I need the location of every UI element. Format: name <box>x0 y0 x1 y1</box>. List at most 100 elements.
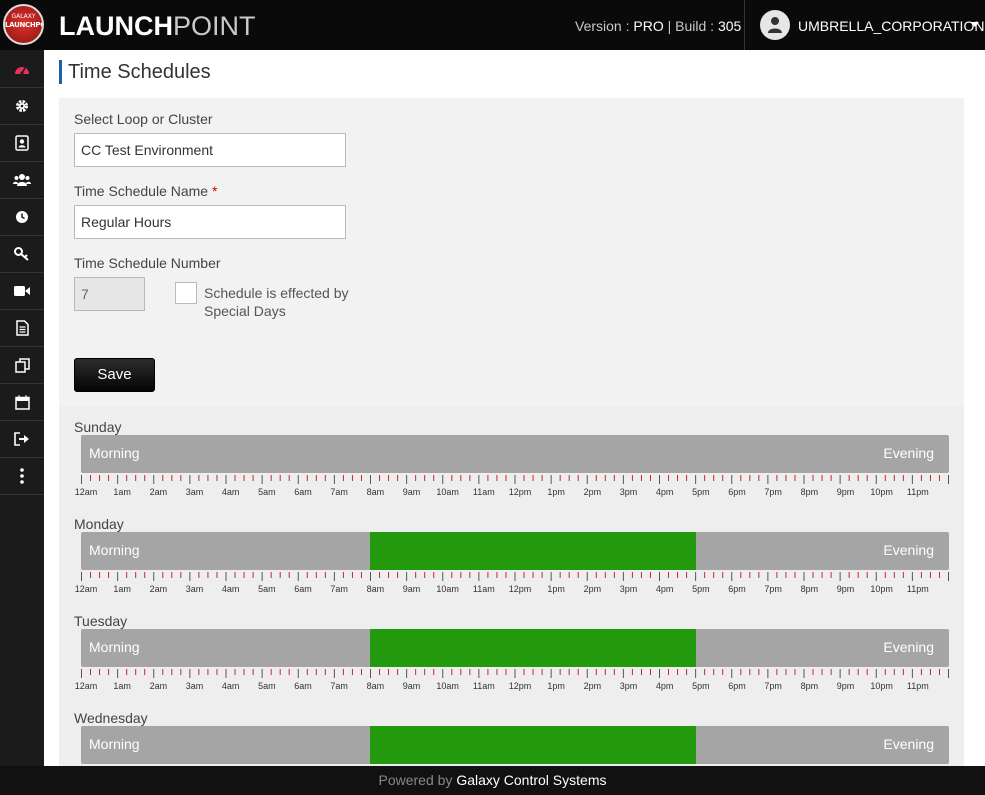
hour-label: 4am <box>221 681 240 691</box>
logo-top-text: GALAXY <box>11 13 36 20</box>
schedule-name-label: Time Schedule Name * <box>74 183 217 199</box>
sidebar-item-cardholders[interactable] <box>0 125 44 162</box>
hour-label: 12am <box>74 584 98 594</box>
hour-label: 1pm <box>547 584 565 594</box>
hour-label: 6am <box>294 584 312 594</box>
special-days-label: Schedule is effected by Special Days <box>204 284 349 320</box>
hour-label: 6pm <box>728 681 746 691</box>
time-ticks <box>81 669 949 678</box>
hour-label: 12am <box>74 487 98 497</box>
schedule-form: Select Loop or Cluster CC Test Environme… <box>59 98 964 406</box>
hour-label: 12pm <box>508 487 532 497</box>
build-value: 305 <box>717 18 742 34</box>
gear-icon <box>16 100 28 112</box>
hour-label: 8am <box>366 681 385 691</box>
hour-label: 3am <box>185 681 204 691</box>
evening-label: Evening <box>883 736 934 752</box>
hour-label: 4pm <box>655 584 674 594</box>
hour-label: 9am <box>402 487 421 497</box>
day-timeline-bar[interactable]: Morning Evening <box>81 726 949 764</box>
footer: Powered by Galaxy Control Systems <box>0 766 985 795</box>
hour-label: 9pm <box>836 584 855 594</box>
hour-label: 3am <box>185 487 204 497</box>
hour-label: 4pm <box>655 487 674 497</box>
version-info: Version : PRO | Build : 305 <box>575 18 741 34</box>
hour-label: 11pm <box>906 681 929 691</box>
morning-label: Morning <box>89 639 140 655</box>
hour-label: 2am <box>149 584 168 594</box>
sidebar-item-schedules[interactable] <box>0 199 44 236</box>
hour-label: 1pm <box>547 681 565 691</box>
hour-label: 3pm <box>619 487 638 497</box>
hour-label: 2pm <box>583 584 602 594</box>
schedule-number-input: 7 <box>74 277 145 311</box>
hour-label: 11am <box>472 487 495 497</box>
sidebar <box>0 50 44 766</box>
loop-select[interactable]: CC Test Environment <box>74 133 346 167</box>
hour-label: 3pm <box>619 681 638 691</box>
schedule-name-input[interactable]: Regular Hours <box>74 205 346 239</box>
active-time-range[interactable] <box>370 532 696 570</box>
user-icon <box>768 17 782 33</box>
time-ticks <box>81 475 949 484</box>
version-value: PRO <box>633 18 664 34</box>
hour-label: 7am <box>330 487 348 497</box>
hour-label: 11am <box>472 584 495 594</box>
day-name: Tuesday <box>74 613 128 629</box>
hour-label: 10am <box>436 584 459 594</box>
active-time-range[interactable] <box>370 629 696 667</box>
hour-label: 7pm <box>764 681 782 691</box>
save-button[interactable]: Save <box>74 358 155 392</box>
sidebar-item-calendar[interactable] <box>0 384 44 421</box>
time-ticks <box>81 572 949 581</box>
evening-label: Evening <box>883 639 934 655</box>
sign-out-icon <box>14 432 29 446</box>
hour-label: 11am <box>472 681 495 691</box>
evening-label: Evening <box>883 445 934 461</box>
sidebar-item-logout[interactable] <box>0 421 44 458</box>
hour-label: 4am <box>221 487 240 497</box>
day-timeline-bar[interactable]: Morning Evening <box>81 629 949 667</box>
user-menu-name[interactable]: UMBRELLA_CORPORATION <box>798 18 984 34</box>
version-label: Version : <box>575 18 630 34</box>
copy-icon <box>14 357 30 373</box>
avatar[interactable] <box>760 10 790 40</box>
document-icon <box>15 320 29 336</box>
hour-label: 7am <box>330 681 348 691</box>
calendar-icon <box>14 395 30 410</box>
hour-label: 8am <box>366 487 385 497</box>
sidebar-item-reports[interactable] <box>0 310 44 347</box>
day-timeline-bar[interactable]: Morning Evening <box>81 532 949 570</box>
special-days-checkbox[interactable] <box>175 282 197 304</box>
company-link[interactable]: Galaxy Control Systems <box>456 772 606 788</box>
schedule-day-0: Sunday Morning Evening 12am 1am 2am 3am 4am 5am 6… <box>59 419 964 516</box>
top-divider <box>744 0 745 50</box>
sidebar-item-copy[interactable] <box>0 347 44 384</box>
brand-bold: LAUNCH <box>59 11 173 41</box>
users-icon <box>13 174 31 186</box>
day-timeline-bar[interactable]: Morning Evening <box>81 435 949 473</box>
sidebar-item-access[interactable] <box>0 236 44 273</box>
hour-label: 8am <box>366 584 385 594</box>
hour-label: 12am <box>74 681 98 691</box>
sidebar-item-video[interactable] <box>0 273 44 310</box>
hour-label: 8pm <box>800 584 819 594</box>
main-content: Time Schedules Select Loop or Cluster CC… <box>44 50 985 766</box>
sidebar-item-more[interactable] <box>0 458 44 495</box>
sidebar-item-dashboard[interactable] <box>0 51 44 88</box>
active-time-range[interactable] <box>370 726 696 764</box>
clock-icon <box>16 211 28 223</box>
sidebar-item-groups[interactable] <box>0 162 44 199</box>
schedule-day-1: Monday Morning Evening 12am 1am 2am 3am 4am 5am 6… <box>59 516 964 613</box>
hour-label: 2am <box>149 487 168 497</box>
brand-light: POINT <box>173 11 256 41</box>
caret-down-icon[interactable] <box>971 22 979 27</box>
hour-label: 12pm <box>508 584 532 594</box>
logo-badge[interactable]: GALAXY LAUNCHPOINT <box>3 4 44 45</box>
brand-title[interactable]: LAUNCHPOINT <box>59 11 256 42</box>
hour-label: 9pm <box>836 487 855 497</box>
hour-label: 9pm <box>836 681 855 691</box>
sidebar-item-settings[interactable] <box>0 88 44 125</box>
hour-label: 10pm <box>870 487 893 497</box>
hour-label: 8pm <box>800 487 819 497</box>
